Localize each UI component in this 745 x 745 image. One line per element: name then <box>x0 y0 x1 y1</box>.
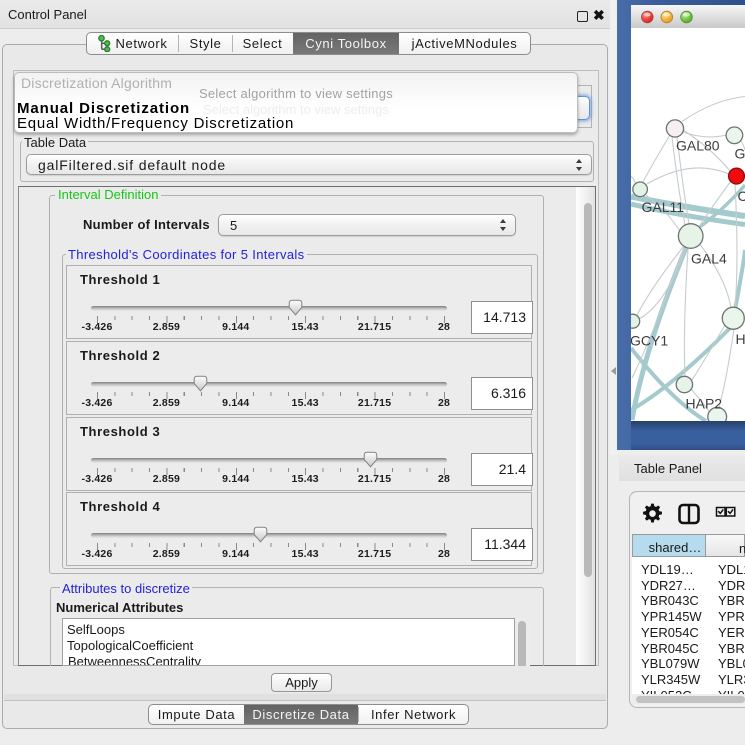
svg-text:HAP2: HAP2 <box>686 396 723 412</box>
svg-text:GAL11: GAL11 <box>642 199 685 215</box>
svg-text:CDC: CDC <box>738 188 745 204</box>
svg-text:HIS4: HIS4 <box>736 331 745 347</box>
svg-text:GAL4: GAL4 <box>691 251 727 267</box>
svg-text:GAL3: GAL3 <box>735 146 745 162</box>
svg-text:GAL80: GAL80 <box>676 138 720 154</box>
svg-text:GCY1: GCY1 <box>631 333 668 349</box>
